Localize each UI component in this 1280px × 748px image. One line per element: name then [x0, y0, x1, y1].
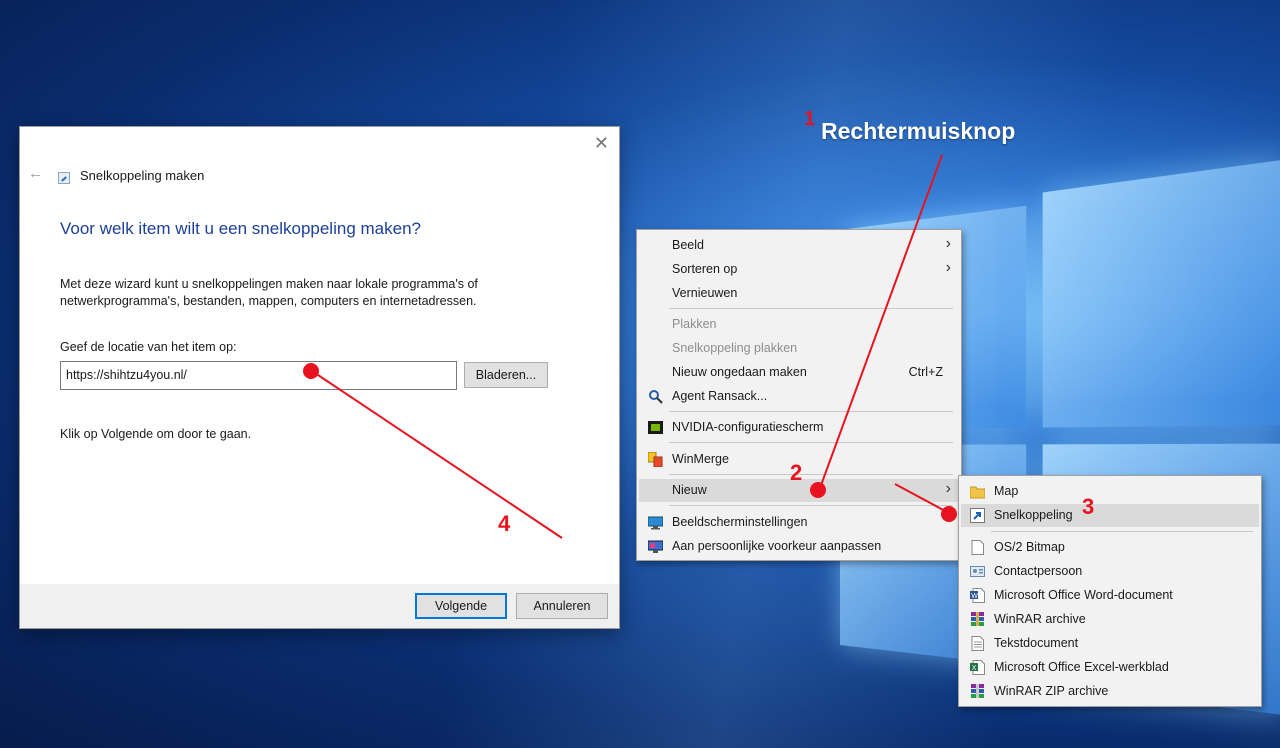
annotation-step-4: 4	[498, 511, 511, 536]
annotation-line-4	[311, 370, 563, 539]
annotation-dot-2	[810, 482, 826, 498]
annotation-dot-4	[303, 363, 319, 379]
annotation-title: Rechtermuisknop	[821, 118, 1016, 144]
annotation-line-1	[819, 154, 943, 489]
annotation-step-3: 3	[1082, 494, 1095, 519]
annotation-overlay	[303, 154, 957, 539]
annotation-dot-3	[941, 506, 957, 522]
annotation-line-3	[894, 483, 948, 513]
annotation-step-2: 2	[790, 460, 803, 485]
annotation-step-1: 1	[804, 108, 816, 130]
